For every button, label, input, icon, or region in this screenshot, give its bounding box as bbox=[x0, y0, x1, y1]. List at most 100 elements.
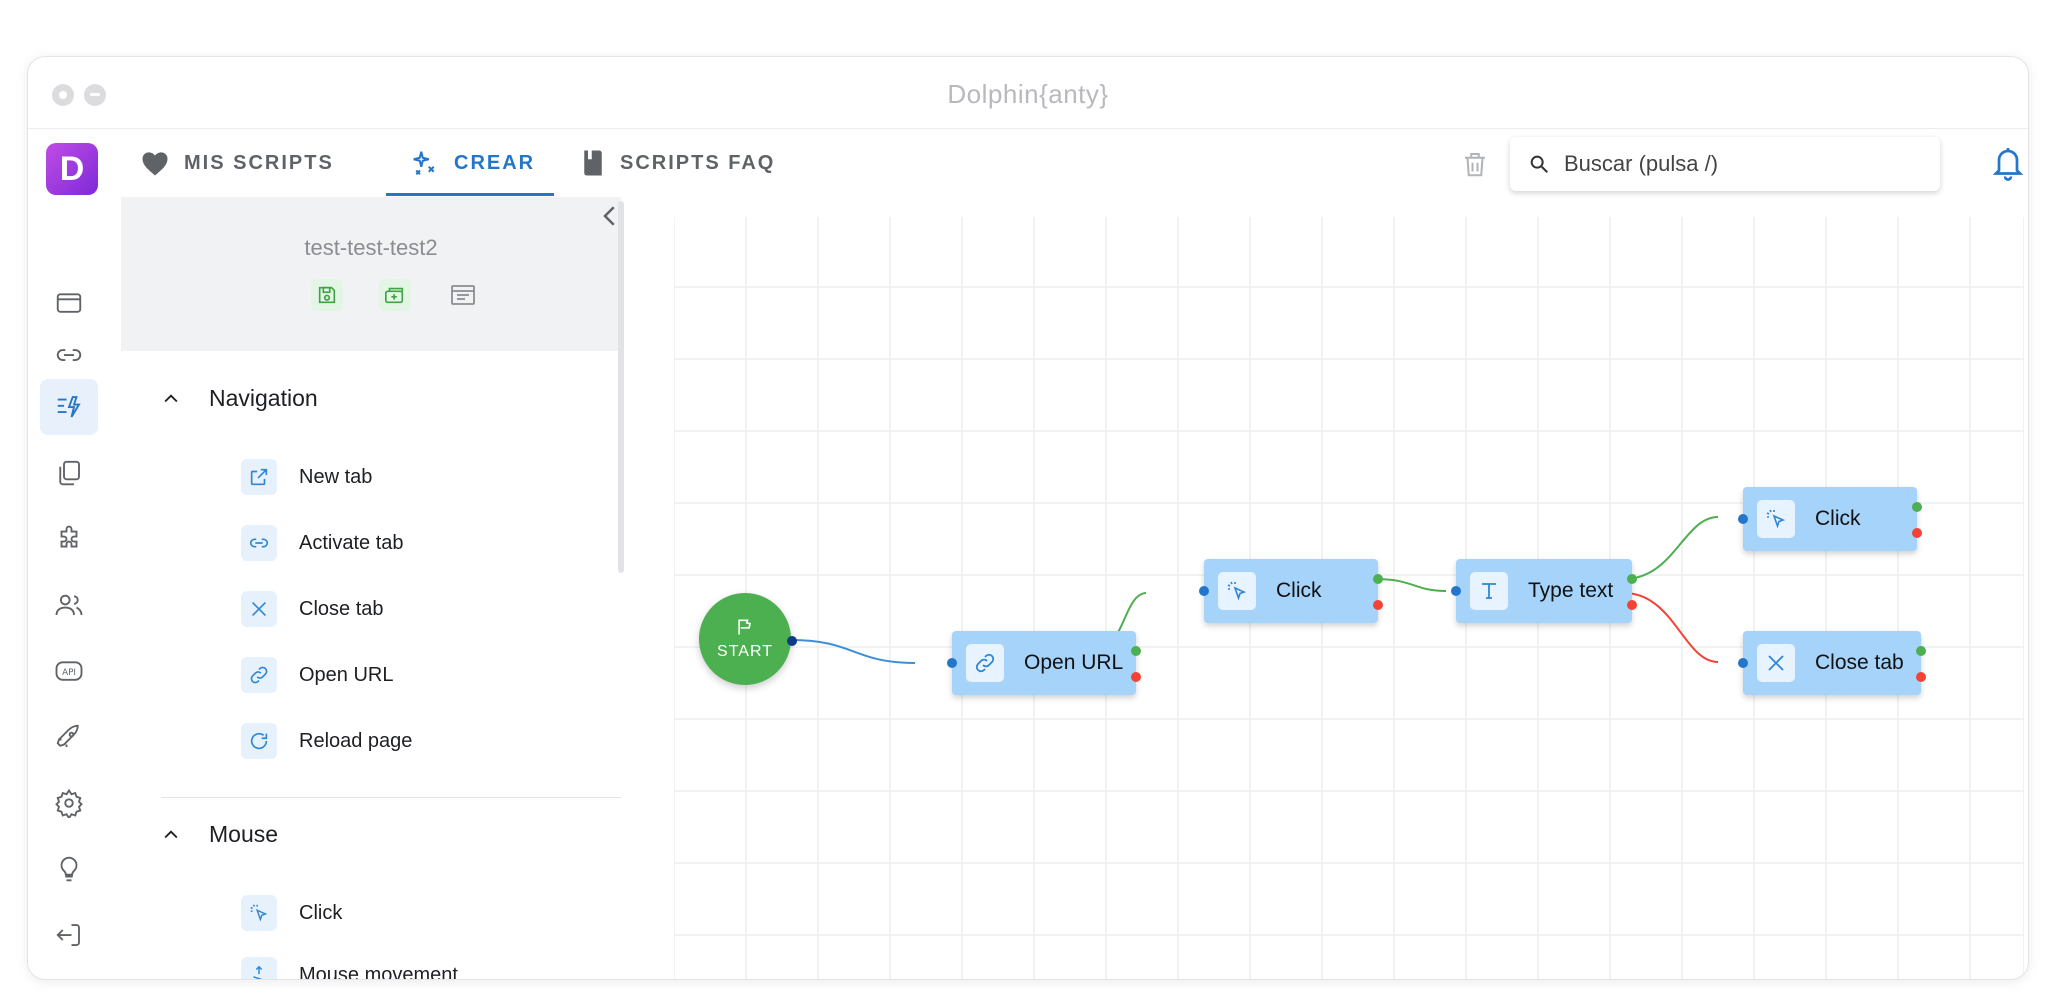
input-port[interactable] bbox=[1451, 586, 1461, 596]
rocket-icon[interactable] bbox=[40, 709, 98, 765]
section-title: Mouse bbox=[209, 821, 279, 847]
node-label: Open URL bbox=[1024, 651, 1124, 674]
heart-icon bbox=[142, 152, 168, 176]
app-window: Dolphin{anty} D API MIS SCRIPTS CREAR SC… bbox=[27, 56, 2029, 980]
block-open-url[interactable]: Open URL bbox=[241, 657, 394, 693]
scripts-icon[interactable] bbox=[40, 379, 98, 435]
block-new-tab[interactable]: New tab bbox=[241, 459, 372, 495]
title-bar: Dolphin{anty} bbox=[28, 57, 2028, 129]
block-label: Close tab bbox=[299, 597, 384, 620]
save-button[interactable] bbox=[311, 279, 343, 311]
add-copy-button[interactable] bbox=[379, 279, 411, 311]
window-title: Dolphin{anty} bbox=[947, 79, 1109, 109]
puzzle-icon[interactable] bbox=[40, 511, 98, 567]
search-box[interactable] bbox=[1510, 137, 1940, 191]
block-click[interactable]: Click bbox=[241, 895, 342, 931]
book-icon bbox=[584, 150, 602, 176]
error-port[interactable] bbox=[1627, 600, 1637, 610]
start-label: START bbox=[717, 643, 773, 660]
node-label: Close tab bbox=[1815, 651, 1904, 674]
node-label: Type text bbox=[1528, 579, 1614, 602]
chevron-up-icon bbox=[164, 393, 178, 402]
logs-button[interactable] bbox=[447, 279, 479, 311]
link-icon bbox=[241, 525, 277, 561]
tab-label: CREAR bbox=[454, 151, 536, 174]
active-tab-indicator bbox=[386, 193, 554, 196]
error-port[interactable] bbox=[1373, 600, 1383, 610]
success-port[interactable] bbox=[1912, 502, 1922, 512]
browser-icon[interactable] bbox=[40, 275, 98, 331]
tab-label: MIS SCRIPTS bbox=[184, 151, 334, 174]
bell-icon[interactable] bbox=[1990, 143, 2026, 183]
sparkles-icon bbox=[413, 151, 435, 175]
chain-icon bbox=[966, 644, 1004, 682]
bulb-icon[interactable] bbox=[40, 841, 98, 897]
reload-icon bbox=[241, 723, 277, 759]
input-port[interactable] bbox=[1199, 586, 1209, 596]
tab-mis-scripts[interactable]: MIS SCRIPTS bbox=[140, 129, 334, 197]
left-rail: D API bbox=[28, 129, 110, 979]
error-port[interactable] bbox=[1131, 672, 1141, 682]
section-mouse[interactable]: Mouse bbox=[161, 821, 278, 848]
cursor-click-icon bbox=[1218, 572, 1256, 610]
connection-typetext-click bbox=[1623, 516, 1719, 580]
error-port[interactable] bbox=[1912, 528, 1922, 538]
block-close-tab[interactable]: Close tab bbox=[241, 591, 384, 627]
section-navigation[interactable]: Navigation bbox=[161, 385, 318, 412]
api-icon[interactable]: API bbox=[40, 643, 98, 699]
connection-start-openurl bbox=[790, 639, 916, 664]
gear-icon[interactable] bbox=[40, 775, 98, 831]
tab-label: SCRIPTS FAQ bbox=[620, 151, 776, 174]
users-icon[interactable] bbox=[40, 577, 98, 633]
node-type-text[interactable]: Type text bbox=[1456, 559, 1632, 623]
trash-icon[interactable] bbox=[1460, 149, 1490, 179]
success-port[interactable] bbox=[1131, 646, 1141, 656]
success-port[interactable] bbox=[1916, 646, 1926, 656]
block-label: Open URL bbox=[299, 663, 394, 686]
logout-icon[interactable] bbox=[40, 907, 98, 963]
success-port[interactable] bbox=[1627, 574, 1637, 584]
input-port[interactable] bbox=[947, 658, 957, 668]
block-label: Mouse movement bbox=[299, 963, 458, 980]
mouse-move-icon bbox=[241, 957, 277, 979]
connection-click-typetext bbox=[1374, 578, 1447, 592]
external-link-icon bbox=[241, 459, 277, 495]
block-label: Click bbox=[299, 901, 343, 924]
copy-icon[interactable] bbox=[40, 445, 98, 501]
cursor-click-icon bbox=[1757, 500, 1795, 538]
block-mouse-movement[interactable]: Mouse movement bbox=[241, 957, 458, 979]
tab-crear[interactable]: CREAR bbox=[386, 129, 554, 197]
input-port[interactable] bbox=[1738, 658, 1748, 668]
success-port[interactable] bbox=[1373, 574, 1383, 584]
node-close-tab[interactable]: Close tab bbox=[1743, 631, 1921, 695]
input-port[interactable] bbox=[1738, 514, 1748, 524]
script-header: test-test-test2 bbox=[121, 197, 621, 351]
node-open-url[interactable]: Open URL bbox=[952, 631, 1136, 695]
start-output-port[interactable] bbox=[787, 636, 797, 646]
cursor-click-icon bbox=[241, 895, 277, 931]
api-icon-text: API bbox=[62, 668, 76, 678]
section-title: Navigation bbox=[209, 385, 318, 411]
flow-canvas[interactable]: START Open URL Click Type text Click Clo… bbox=[624, 197, 2028, 979]
close-icon bbox=[1757, 644, 1795, 682]
node-click[interactable]: Click bbox=[1743, 487, 1917, 551]
add-copy-icon bbox=[385, 287, 404, 304]
document-icon bbox=[451, 285, 475, 305]
tab-scripts-faq[interactable]: SCRIPTS FAQ bbox=[580, 129, 775, 197]
node-label: Click bbox=[1276, 579, 1322, 602]
link-icon[interactable] bbox=[40, 327, 98, 383]
save-icon bbox=[318, 286, 336, 304]
flag-icon bbox=[738, 619, 751, 635]
close-icon bbox=[241, 591, 277, 627]
node-click[interactable]: Click bbox=[1204, 559, 1378, 623]
block-label: Reload page bbox=[299, 729, 413, 752]
search-icon bbox=[1530, 155, 1548, 173]
error-port[interactable] bbox=[1916, 672, 1926, 682]
text-icon bbox=[1470, 572, 1508, 610]
start-node[interactable]: START bbox=[699, 593, 791, 685]
app-logo[interactable]: D bbox=[46, 143, 98, 195]
search-input[interactable] bbox=[1564, 151, 1904, 177]
connection-typetext-closetab bbox=[1623, 592, 1719, 663]
block-reload-page[interactable]: Reload page bbox=[241, 723, 412, 759]
block-activate-tab[interactable]: Activate tab bbox=[241, 525, 404, 561]
